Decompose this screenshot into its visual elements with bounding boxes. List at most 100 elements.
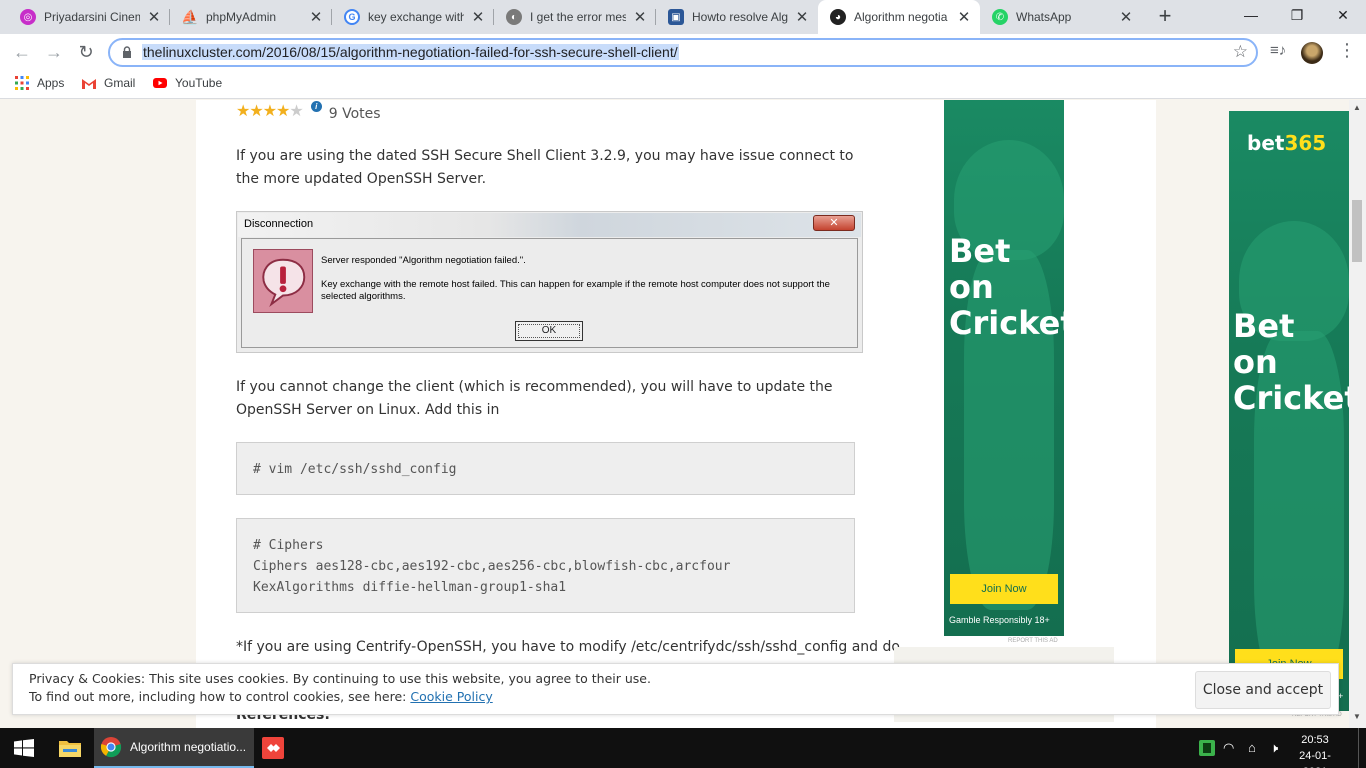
- clock-time: 20:53: [1301, 734, 1329, 746]
- show-desktop-button[interactable]: [1358, 728, 1366, 768]
- stackexchange-icon: ◐: [506, 9, 522, 25]
- bookmark-star-icon[interactable]: ☆: [1233, 42, 1248, 62]
- scroll-down-arrow-icon[interactable]: ▼: [1353, 712, 1361, 721]
- profile-avatar[interactable]: [1301, 42, 1323, 64]
- tab-key-exchange[interactable]: G key exchange with ✕: [332, 0, 494, 34]
- close-icon[interactable]: ✕: [308, 8, 324, 26]
- close-icon[interactable]: ✕: [794, 8, 810, 26]
- tab-phpmyadmin[interactable]: ⛵ phpMyAdmin ✕: [170, 0, 332, 34]
- tab-priyadarsini[interactable]: ◎ Priyadarsini Cinem ✕: [8, 0, 170, 34]
- bookmark-label: YouTube: [175, 76, 223, 90]
- code-block-ciphers: # Ciphers Ciphers aes128-cbc,aes192-cbc,…: [236, 518, 855, 613]
- gamble-responsibly-text: Gamble Responsibly 18+: [949, 615, 1050, 625]
- tab-title: phpMyAdmin: [206, 10, 277, 24]
- votes-count: 9 Votes: [328, 106, 381, 122]
- tab-title: key exchange with: [368, 10, 464, 24]
- code-line: Ciphers aes128-cbc,aes192-cbc,aes256-cbc…: [253, 559, 731, 574]
- close-window-button[interactable]: ✕: [1320, 0, 1366, 32]
- tab-title: Algorithm negotia: [854, 10, 948, 24]
- bookmark-label: Apps: [37, 76, 65, 90]
- apps-grid-icon: [15, 76, 29, 90]
- network-icon[interactable]: ⌂: [1248, 740, 1256, 755]
- close-icon[interactable]: ✕: [470, 8, 486, 26]
- close-icon[interactable]: ✕: [956, 8, 972, 26]
- star-filled-icon[interactable]: ★: [236, 101, 250, 121]
- bet365-logo: bet365: [1247, 131, 1327, 155]
- close-icon[interactable]: ✕: [146, 8, 162, 26]
- tab-error-message[interactable]: ◐ I get the error mes ✕: [494, 0, 656, 34]
- cookie-text: Privacy & Cookies: This site uses cookie…: [29, 671, 651, 686]
- join-now-button[interactable]: Join Now: [950, 574, 1058, 604]
- url-text[interactable]: thelinuxcluster.com/2016/08/15/algorithm…: [142, 44, 679, 60]
- chrome-menu-icon[interactable]: ⋮: [1338, 40, 1356, 60]
- whatsapp-icon: ✆: [992, 9, 1008, 25]
- page-scrollbar[interactable]: ▲ ▼: [1349, 100, 1366, 728]
- minimize-button[interactable]: —: [1228, 0, 1274, 32]
- bookmarks-bar: Apps Gmail YouTube: [0, 71, 1366, 99]
- code-line: KexAlgorithms diffie-hellman-group1-sha1: [253, 580, 567, 595]
- tray-app-icon[interactable]: [1199, 740, 1215, 756]
- ad-headline: Bet on Cricket: [949, 232, 1064, 342]
- system-clock[interactable]: 20:53 24-01-2021: [1292, 732, 1338, 768]
- site-logo-icon: ▣: [668, 9, 684, 25]
- paragraph-centrify: *If you are using Centrify-OpenSSH, you …: [236, 639, 900, 655]
- google-g-icon: G: [344, 9, 360, 25]
- dialog-message-detail: Key exchange with the remote host failed…: [321, 279, 830, 302]
- media-control-icon[interactable]: ≡♪: [1270, 42, 1286, 59]
- reload-button[interactable]: ↻: [72, 38, 100, 66]
- maximize-button[interactable]: ❐: [1274, 0, 1320, 32]
- scrollbar-thumb[interactable]: [1352, 200, 1362, 262]
- clock-date: 24-01-2021: [1299, 750, 1331, 768]
- star-filled-icon[interactable]: ★: [263, 101, 277, 121]
- windows-start-icon[interactable]: [14, 739, 34, 757]
- cookie-policy-link[interactable]: Cookie Policy: [410, 689, 492, 704]
- code-line: # Ciphers: [253, 538, 324, 553]
- bookmark-label: Gmail: [104, 76, 136, 90]
- scroll-up-arrow-icon[interactable]: ▲: [1353, 103, 1361, 112]
- new-tab-button[interactable]: +: [1152, 4, 1178, 30]
- star-filled-icon[interactable]: ★: [276, 101, 290, 121]
- tab-algorithm-negotiation[interactable]: ◕ Algorithm negotia ✕: [818, 0, 980, 34]
- bookmark-apps[interactable]: Apps: [15, 76, 64, 90]
- wifi-icon[interactable]: ◠: [1223, 740, 1234, 756]
- address-bar[interactable]: thelinuxcluster.com/2016/08/15/algorithm…: [108, 38, 1258, 67]
- speaker-muted-icon[interactable]: 🕨: [1270, 740, 1278, 756]
- close-icon[interactable]: ✕: [632, 8, 648, 26]
- bookmark-youtube[interactable]: YouTube: [153, 76, 222, 90]
- cookie-banner: Privacy & Cookies: This site uses cookie…: [12, 663, 1339, 715]
- taskbar-window-title: Algorithm negotiatio...: [130, 740, 247, 754]
- close-and-accept-button[interactable]: Close and accept: [1195, 671, 1331, 709]
- penguin-icon: ◕: [830, 9, 846, 25]
- tab-howto-resolve[interactable]: ▣ Howto resolve Alg ✕: [656, 0, 818, 34]
- rating-widget[interactable]: ★ ★ ★ ★ ★ i 9 Votes: [236, 100, 381, 122]
- bet365-ad-right[interactable]: bet365 Bet on Cricket Join Now 18+: [1229, 111, 1349, 711]
- anydesk-icon[interactable]: [262, 737, 284, 759]
- windows-taskbar: Algorithm negotiatio... ◠ ⌂ 🕨 20:53 24-0…: [0, 728, 1366, 768]
- bookmark-gmail[interactable]: Gmail: [82, 76, 135, 90]
- dialog-title: Disconnection: [244, 218, 314, 230]
- tab-title: WhatsApp: [1016, 10, 1072, 24]
- warning-speech-bubble-icon: [253, 249, 313, 313]
- close-icon[interactable]: ✕: [1118, 8, 1134, 26]
- bet365-ad-middle[interactable]: Bet on Cricket Join Now Gamble Responsib…: [944, 100, 1064, 636]
- star-filled-icon[interactable]: ★: [249, 101, 263, 121]
- dialog-close-icon: ✕: [813, 215, 855, 231]
- info-icon[interactable]: i: [310, 100, 322, 112]
- paragraph-intro: If you are using the dated SSH Secure Sh…: [236, 148, 854, 187]
- phpmyadmin-sail-icon: ⛵: [181, 8, 199, 25]
- dialog-ok-button: OK: [515, 321, 583, 341]
- cookie-text-more: To find out more, including how to contr…: [29, 689, 493, 704]
- lock-icon: [123, 46, 131, 58]
- error-dialog-screenshot: Disconnection ✕ Server responded "Algori…: [236, 211, 863, 353]
- tab-whatsapp[interactable]: ✆ WhatsApp ✕: [980, 0, 1142, 34]
- tab-title: I get the error mes: [530, 10, 626, 24]
- dialog-message-primary: Server responded "Algorithm negotiation …: [321, 255, 526, 266]
- forward-button[interactable]: →: [40, 38, 68, 66]
- star-empty-icon[interactable]: ★: [289, 101, 303, 121]
- youtube-icon: [153, 78, 167, 88]
- back-button[interactable]: ←: [8, 38, 36, 66]
- code-line: # vim /etc/ssh/sshd_config: [253, 462, 457, 477]
- report-ad-link[interactable]: REPORT THIS AD: [1008, 638, 1058, 644]
- taskbar-chrome-window[interactable]: Algorithm negotiatio...: [94, 728, 254, 768]
- file-explorer-icon[interactable]: [59, 739, 81, 757]
